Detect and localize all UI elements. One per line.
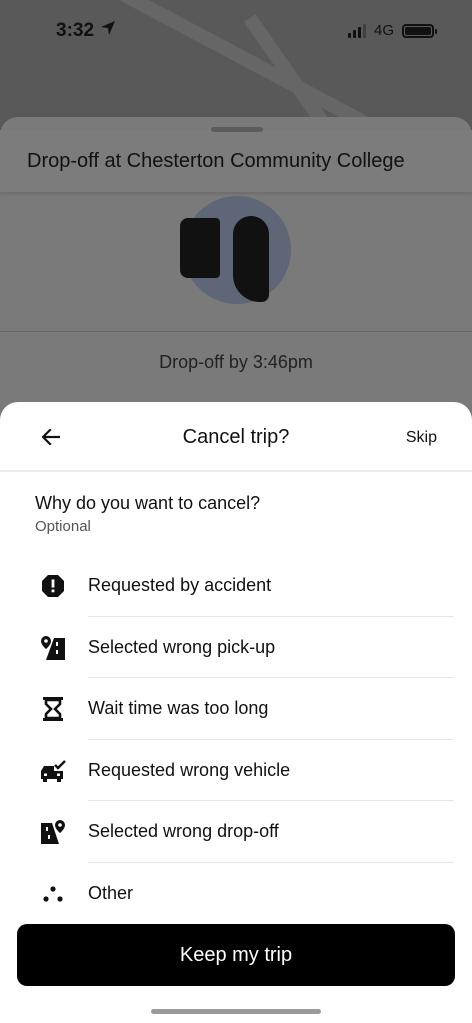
reason-label: Requested by accident bbox=[88, 575, 272, 595]
home-indicator bbox=[151, 1009, 321, 1014]
trip-divider bbox=[0, 331, 472, 332]
sheet-title: Cancel trip? bbox=[182, 426, 290, 448]
reason-other[interactable]: Other bbox=[0, 863, 472, 925]
reason-list: Requested by accident Selected wrong pic… bbox=[0, 555, 472, 924]
status-bar: 3:32 4G bbox=[0, 0, 472, 62]
location-arrow-icon bbox=[100, 20, 116, 42]
status-time: 3:32 bbox=[56, 20, 95, 41]
car-check-icon bbox=[40, 758, 66, 784]
hourglass-icon bbox=[40, 696, 66, 722]
drag-handle bbox=[211, 127, 263, 132]
reason-wait-too-long[interactable]: Wait time was too long bbox=[0, 678, 472, 740]
dropoff-time: Drop-off by 3:46pm bbox=[159, 352, 313, 372]
reason-wrong-vehicle[interactable]: Requested wrong vehicle bbox=[0, 740, 472, 801]
cancel-trip-sheet: Cancel trip? Skip Why do you want to can… bbox=[0, 402, 472, 1023]
sheet-header: Cancel trip? Skip bbox=[0, 402, 472, 472]
dots-icon bbox=[40, 881, 66, 907]
back-button[interactable] bbox=[38, 424, 64, 450]
back-arrow-icon bbox=[42, 429, 60, 445]
driver-illustration bbox=[180, 196, 291, 304]
pickup-route-icon bbox=[40, 635, 66, 661]
reason-label: Selected wrong pick-up bbox=[88, 636, 276, 657]
battery-icon bbox=[402, 23, 437, 38]
reason-wrong-pickup[interactable]: Selected wrong pick-up bbox=[0, 617, 472, 678]
reason-label: Other bbox=[88, 882, 134, 903]
cell-signal-icon bbox=[347, 23, 366, 38]
reason-wrong-dropoff[interactable]: Selected wrong drop-off bbox=[0, 801, 472, 863]
dropoff-route-icon bbox=[40, 819, 66, 845]
optional-label: Optional bbox=[35, 518, 91, 535]
reason-label: Requested wrong vehicle bbox=[88, 759, 291, 780]
reason-requested-by-accident[interactable]: Requested by accident bbox=[0, 555, 472, 617]
warning-octagon-icon bbox=[40, 573, 66, 599]
keep-trip-button[interactable]: Keep my trip bbox=[17, 924, 455, 986]
cancel-question: Why do you want to cancel? bbox=[35, 493, 261, 513]
trip-title: Drop-off at Chesterton Community College bbox=[27, 150, 405, 172]
reason-label: Wait time was too long bbox=[88, 698, 269, 718]
skip-button[interactable]: Skip bbox=[406, 429, 437, 447]
reason-label: Selected wrong drop-off bbox=[88, 821, 279, 841]
network-type: 4G bbox=[373, 22, 394, 39]
